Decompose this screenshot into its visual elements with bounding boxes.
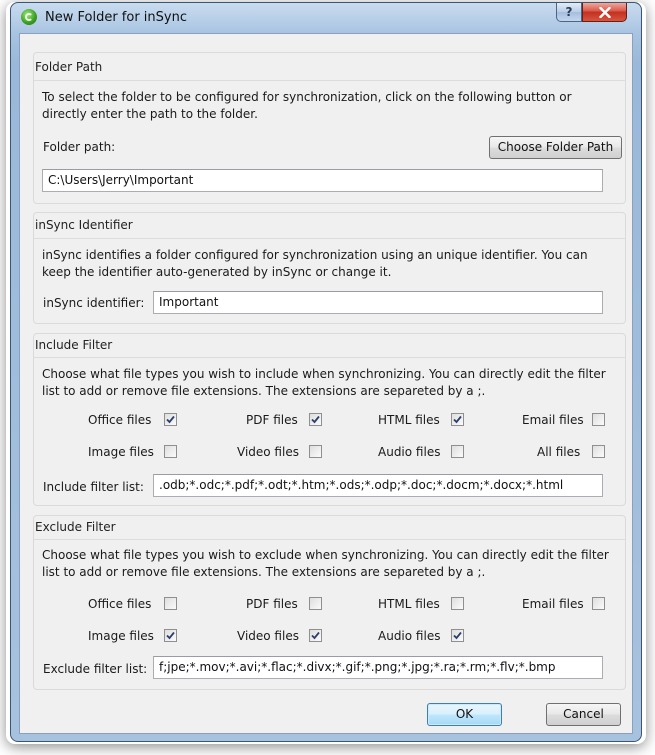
include-all-files-checkbox[interactable] bbox=[592, 445, 605, 458]
include-image-files-label: Image files bbox=[88, 445, 154, 459]
include-html-files-label: HTML files bbox=[378, 413, 440, 427]
check-icon bbox=[311, 415, 320, 424]
exclude-pdf-files-label: PDF files bbox=[246, 597, 298, 611]
exclude-video-files-label: Video files bbox=[237, 629, 299, 643]
identifier-label: inSync identifier: bbox=[43, 296, 145, 310]
include-office-files-checkbox[interactable] bbox=[164, 413, 177, 426]
identifier-description: inSync identifies a folder configured fo… bbox=[42, 248, 588, 279]
exclude-html-files-checkbox[interactable] bbox=[451, 597, 464, 610]
include-image-files-checkbox[interactable] bbox=[164, 445, 177, 458]
include-filter-description: Choose what file types you wish to inclu… bbox=[42, 367, 606, 398]
include-pdf-files-checkbox[interactable] bbox=[309, 413, 322, 426]
window-title: New Folder for inSync bbox=[45, 10, 187, 25]
identifier-group-title: inSync Identifier bbox=[35, 218, 133, 232]
include-email-files-label: Email files bbox=[522, 413, 584, 427]
exclude-audio-files-checkbox[interactable] bbox=[451, 629, 464, 642]
exclude-image-files-checkbox[interactable] bbox=[164, 629, 177, 642]
folder-path-input[interactable]: C:\Users\Jerry\Important bbox=[42, 169, 603, 192]
ok-button[interactable]: OK bbox=[427, 703, 502, 726]
include-audio-files-label: Audio files bbox=[378, 445, 441, 459]
exclude-email-files-label: Email files bbox=[522, 597, 584, 611]
dialog-window: New Folder for inSync ? Folder Path To s… bbox=[10, 2, 642, 742]
exclude-email-files-checkbox[interactable] bbox=[592, 597, 605, 610]
folder-path-description: To select the folder to be configured fo… bbox=[42, 90, 572, 121]
include-all-files-label: All files bbox=[537, 445, 581, 459]
include-pdf-files-label: PDF files bbox=[246, 413, 298, 427]
check-icon bbox=[311, 631, 320, 640]
include-filter-list-label: Include filter list: bbox=[43, 480, 144, 494]
close-button[interactable] bbox=[582, 3, 627, 22]
check-icon bbox=[166, 415, 175, 424]
include-email-files-checkbox[interactable] bbox=[592, 413, 605, 426]
divider bbox=[34, 238, 626, 239]
check-icon bbox=[453, 631, 462, 640]
divider bbox=[34, 80, 626, 81]
insync-app-icon bbox=[21, 9, 37, 25]
exclude-filter-description: Choose what file types you wish to exclu… bbox=[42, 548, 609, 579]
include-filter-group-title: Include Filter bbox=[35, 338, 113, 352]
include-video-files-label: Video files bbox=[237, 445, 299, 459]
exclude-image-files-label: Image files bbox=[88, 629, 154, 643]
divider bbox=[34, 357, 626, 358]
include-filter-list-input[interactable]: .odb;*.odc;*.pdf;*.odt;*.htm;*.ods;*.odp… bbox=[153, 474, 603, 497]
close-icon bbox=[598, 6, 611, 19]
identifier-input[interactable]: Important bbox=[153, 291, 603, 314]
exclude-filter-list-label: Exclude filter list: bbox=[43, 662, 148, 676]
exclude-video-files-checkbox[interactable] bbox=[309, 629, 322, 642]
exclude-audio-files-label: Audio files bbox=[378, 629, 441, 643]
exclude-html-files-label: HTML files bbox=[378, 597, 440, 611]
include-html-files-checkbox[interactable] bbox=[451, 413, 464, 426]
dialog-content: Folder Path To select the folder to be c… bbox=[19, 33, 633, 734]
exclude-office-files-checkbox[interactable] bbox=[164, 597, 177, 610]
exclude-filter-list-input[interactable]: f;jpe;*.mov;*.avi;*.flac;*.divx;*.gif;*.… bbox=[153, 656, 603, 679]
help-button[interactable]: ? bbox=[556, 3, 582, 22]
include-audio-files-checkbox[interactable] bbox=[451, 445, 464, 458]
divider bbox=[34, 539, 626, 540]
exclude-pdf-files-checkbox[interactable] bbox=[309, 597, 322, 610]
check-icon bbox=[166, 631, 175, 640]
title-bar[interactable]: New Folder for inSync ? bbox=[11, 3, 641, 33]
exclude-office-files-label: Office files bbox=[88, 597, 152, 611]
include-office-files-label: Office files bbox=[88, 413, 152, 427]
folder-path-label: Folder path: bbox=[43, 140, 116, 154]
check-icon bbox=[453, 415, 462, 424]
folder-path-group-title: Folder Path bbox=[35, 60, 103, 74]
exclude-filter-group-title: Exclude Filter bbox=[35, 520, 116, 534]
cancel-button[interactable]: Cancel bbox=[546, 703, 621, 726]
include-video-files-checkbox[interactable] bbox=[309, 445, 322, 458]
choose-folder-path-button[interactable]: Choose Folder Path bbox=[489, 136, 622, 159]
